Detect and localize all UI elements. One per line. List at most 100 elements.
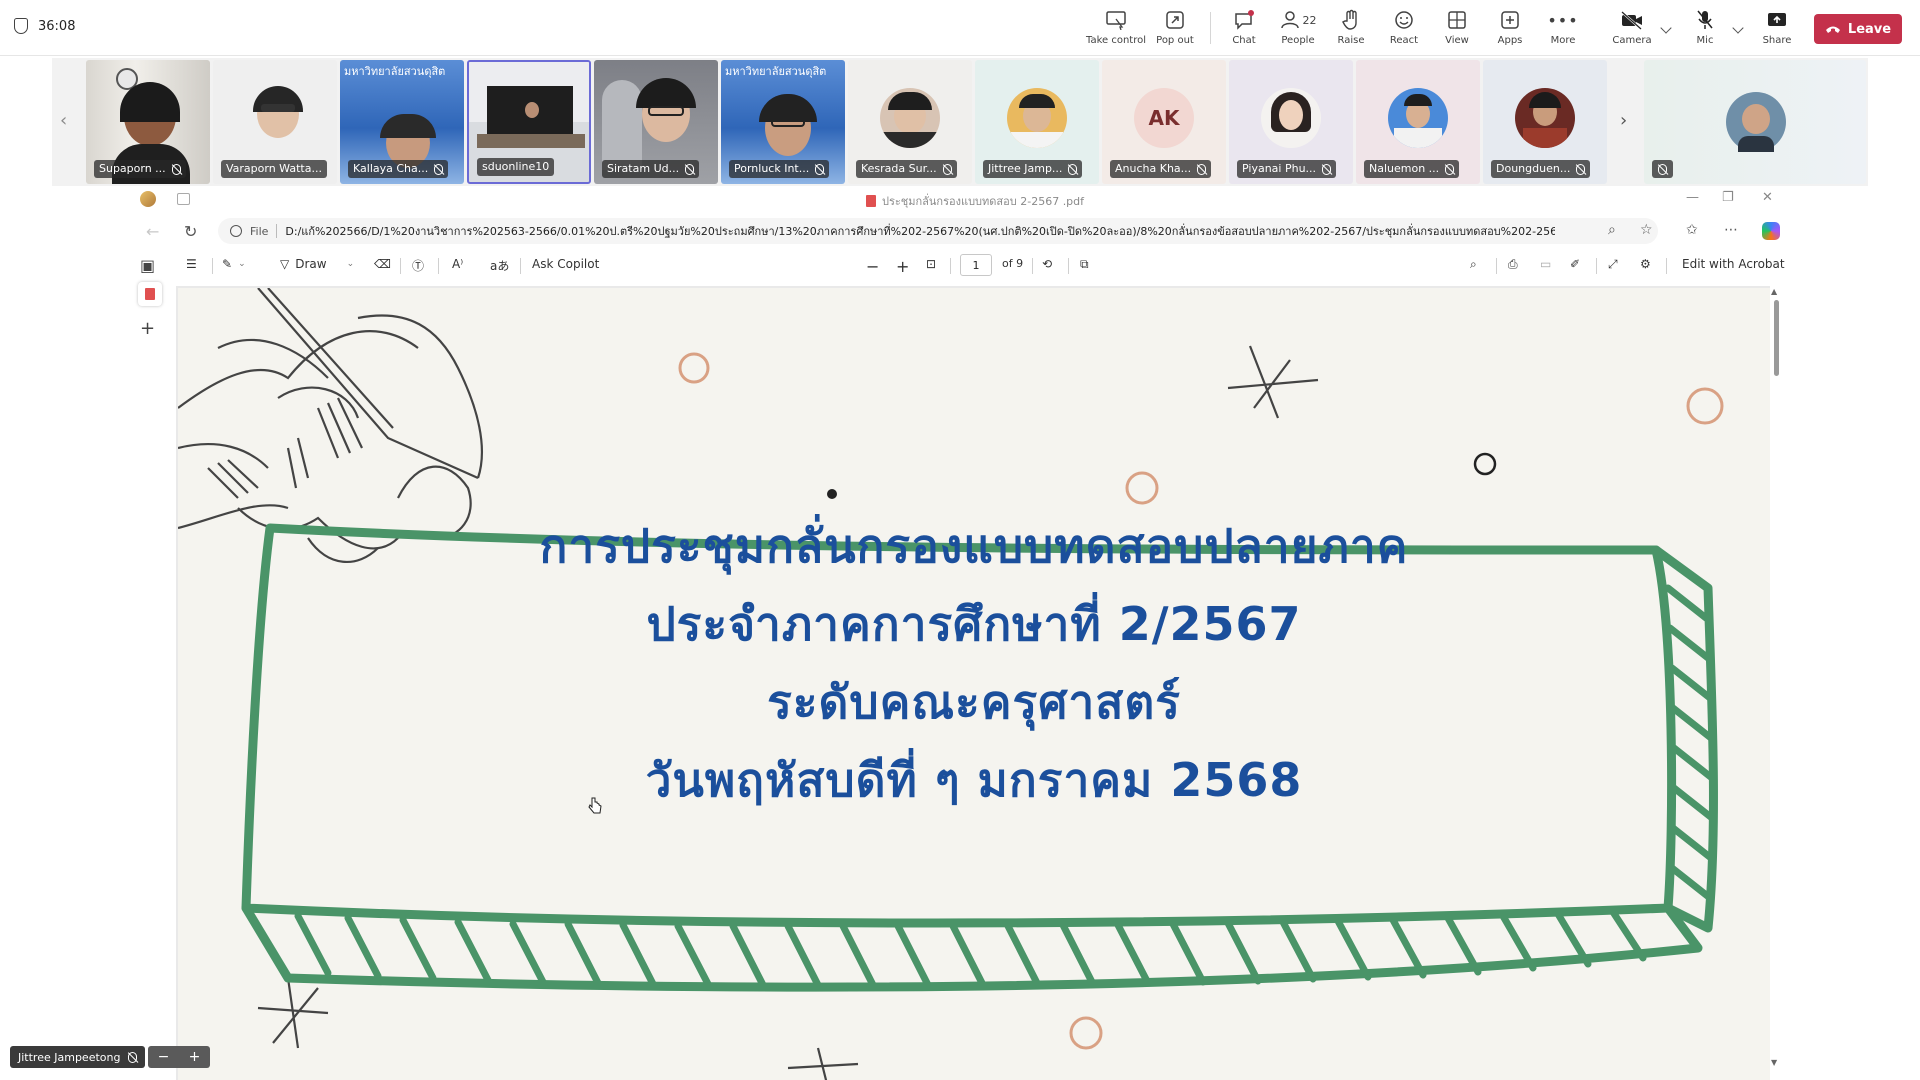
pdf-page: การประชุมกลั่นกรองแบบทดสอบปลายภาค ประจำภ… — [178, 288, 1770, 1080]
participant-tile[interactable]: มหาวิทยาลัยสวนดุสิต Pornluck Int... — [721, 60, 845, 184]
save-icon[interactable]: ▭ — [1540, 257, 1551, 271]
participant-tile-active[interactable]: sduonline10 — [467, 60, 591, 184]
chevron-down-icon: ⌄ — [346, 259, 355, 269]
url-text: D:/แก้%202566/D/1%20งานวิชาการ%202563-25… — [285, 225, 1556, 238]
pdf-title-line-2: ประจำภาคการศึกษาที่ 2/2567 — [646, 597, 1302, 651]
leave-label: Leave — [1847, 21, 1892, 37]
participant-tile[interactable] — [1644, 60, 1866, 184]
toolbar-divider — [1210, 12, 1211, 44]
draw-tool[interactable]: ▽ Draw ⌄ — [280, 257, 354, 271]
participant-name-text: Doungduen... — [1496, 162, 1571, 175]
participant-tile[interactable]: Piyanai Phu... — [1229, 60, 1353, 184]
save-as-icon[interactable]: ✐ — [1570, 257, 1580, 271]
address-bar[interactable]: File D:/แก้%202566/D/1%20งานวิชาการ%2025… — [218, 218, 1658, 244]
copilot-icon[interactable] — [1762, 222, 1780, 240]
strip-next-chevron-icon[interactable]: › — [1620, 110, 1627, 131]
share-button[interactable]: Share — [1745, 8, 1809, 50]
participant-tile[interactable]: Jittree Jamp... — [975, 60, 1099, 184]
scroll-up-icon[interactable]: ▲ — [1771, 287, 1777, 296]
translate-icon[interactable]: aあ — [490, 257, 509, 274]
people-count: 22 — [1302, 13, 1317, 27]
toolbar-divider — [1596, 258, 1597, 274]
favorite-star-icon[interactable]: ☆ — [1640, 222, 1653, 238]
mic-off-icon — [128, 1051, 138, 1063]
participant-name-text: Jittree Jamp... — [988, 162, 1063, 175]
participant-tile[interactable]: Naluemon ... — [1356, 60, 1480, 184]
phone-hangup-icon — [1825, 26, 1840, 33]
react-label: React — [1389, 35, 1419, 46]
sidebar-toggle-icon[interactable]: ▣ — [140, 256, 155, 275]
page-view-icon[interactable]: ⧉ — [1080, 257, 1089, 272]
scrollbar-thumb[interactable] — [1774, 300, 1779, 376]
participant-tile[interactable]: Siratam Ud... — [594, 60, 718, 184]
stage-zoom-control[interactable]: − + — [148, 1046, 210, 1068]
close-icon[interactable]: ✕ — [1762, 190, 1773, 205]
toolbar-divider — [400, 258, 401, 274]
participant-tile[interactable]: มหาวิทยาลัยสวนดุสิต Kallaya Cha... — [340, 60, 464, 184]
text-box-icon[interactable]: Ⓣ — [412, 257, 424, 274]
zoom-icon[interactable]: ⌕ — [1608, 222, 1616, 238]
pen-icon: ▽ — [280, 257, 290, 271]
take-control-button[interactable]: Take control — [1084, 8, 1148, 50]
add-icon[interactable]: + — [140, 318, 155, 339]
read-aloud-icon[interactable]: A⁾ — [452, 257, 463, 271]
participant-tile[interactable]: Supaporn ... — [86, 60, 210, 184]
strip-prev-chevron-icon[interactable]: ‹ — [60, 110, 67, 131]
participant-tile[interactable]: Kesrada Sur... — [848, 60, 972, 184]
fit-page-icon[interactable]: ⊡ — [926, 257, 936, 271]
participant-name-text: Siratam Ud... — [607, 162, 680, 175]
browser-menu-icon[interactable]: ⋯ — [1724, 222, 1738, 238]
ask-copilot-button[interactable]: Ask Copilot — [532, 257, 599, 271]
back-arrow-icon[interactable]: ← — [146, 222, 159, 241]
scroll-down-icon[interactable]: ▼ — [1771, 1058, 1777, 1067]
minus-icon[interactable]: − — [158, 1049, 170, 1065]
profile-avatar[interactable] — [140, 191, 156, 207]
highlight-tool[interactable]: ✎ ⌄ — [222, 257, 246, 271]
tab-title-text: ประชุมกลั่นกรองแบบทดสอบ 2-2567 .pdf — [882, 195, 1085, 208]
toolbar-divider — [950, 258, 951, 274]
rotate-icon[interactable]: ⟲ — [1042, 257, 1052, 271]
take-control-label: Take control — [1085, 35, 1146, 46]
leave-button[interactable]: Leave — [1814, 14, 1902, 44]
refresh-icon[interactable]: ↻ — [184, 222, 197, 241]
dark-circle — [1473, 452, 1497, 476]
page-number-input[interactable]: 1 — [960, 254, 992, 276]
zoom-in-icon[interactable]: + — [896, 257, 909, 276]
participant-name-text: Anucha Kha... — [1115, 162, 1192, 175]
minimize-icon[interactable]: — — [1686, 190, 1699, 205]
mic-button[interactable]: Mic — [1673, 8, 1737, 50]
meeting-timer: 36:08 — [14, 18, 75, 34]
plus-icon[interactable]: + — [189, 1049, 201, 1065]
chat-icon — [1233, 8, 1255, 32]
participant-tile[interactable]: AK Anucha Kha... — [1102, 60, 1226, 184]
self-view-name: Jittree Jampeetong — [10, 1046, 146, 1068]
tab-actions-icon[interactable] — [177, 193, 190, 205]
chevron-down-icon: ⌄ — [238, 259, 246, 269]
contents-list-icon[interactable]: ☰ — [186, 257, 197, 271]
pdf-document-icon[interactable] — [138, 282, 162, 306]
pdf-title-line-4: วันพฤหัสบดีที่ ๆ มกราคม 2568 — [645, 753, 1303, 807]
search-icon[interactable]: ⌕ — [1470, 257, 1477, 272]
pop-out-button[interactable]: Pop out — [1143, 8, 1207, 50]
raise-label: Raise — [1337, 35, 1365, 46]
vertical-scrollbar[interactable] — [1772, 288, 1782, 1068]
smiley-icon — [1394, 8, 1414, 32]
print-icon[interactable]: ⎙ — [1508, 257, 1518, 272]
mic-off-icon — [1445, 163, 1455, 175]
participant-tile[interactable]: Varaporn Watta... — [213, 60, 337, 184]
favorites-icon[interactable]: ✩ — [1686, 222, 1698, 238]
participant-tile[interactable]: Doungduen... — [1483, 60, 1607, 184]
more-button[interactable]: ••• More — [1531, 8, 1595, 50]
edit-with-acrobat-button[interactable]: Edit with Acrobat — [1682, 257, 1785, 271]
restore-icon[interactable]: ❐ — [1722, 190, 1734, 205]
camera-button[interactable]: Camera — [1600, 8, 1664, 50]
zoom-out-icon[interactable]: − — [866, 257, 879, 276]
settings-gear-icon[interactable]: ⚙ — [1640, 257, 1651, 271]
tab-title: ประชุมกลั่นกรองแบบทดสอบ 2-2567 .pdf — [866, 192, 1084, 210]
eraser-icon[interactable]: ⌫ — [374, 257, 391, 271]
participant-name-text: Varaporn Watta... — [226, 162, 322, 175]
fullscreen-icon[interactable]: ⤢ — [1608, 257, 1618, 272]
participant-name: Piyanai Phu... — [1237, 160, 1337, 178]
mic-off-icon — [1658, 163, 1667, 175]
apps-label: Apps — [1497, 35, 1523, 46]
